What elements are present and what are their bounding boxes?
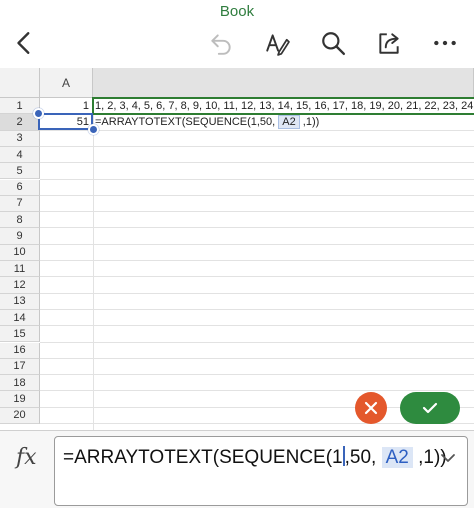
cell-b2[interactable]: =ARRAYTOTEXT(SEQUENCE(1,50, A2 ,1)) xyxy=(95,114,319,130)
row-gridline xyxy=(40,390,474,392)
row-gridline xyxy=(40,357,474,359)
row-gridline xyxy=(40,243,474,245)
row-header-6[interactable]: 6 xyxy=(0,179,40,196)
row-header-15[interactable]: 15 xyxy=(0,326,40,343)
share-icon[interactable] xyxy=(374,28,404,58)
formula-text-after-caret: ,50, xyxy=(344,447,382,468)
selection-handle-top-left[interactable] xyxy=(33,108,44,119)
row-gridline xyxy=(40,194,474,196)
row-header-19[interactable]: 19 xyxy=(0,391,40,408)
more-icon[interactable] xyxy=(430,28,460,58)
row-gridline xyxy=(40,308,474,310)
search-icon[interactable] xyxy=(318,28,348,58)
row-gridline xyxy=(40,211,474,213)
formula-text-before-caret: =ARRAYTOTEXT(SEQUENCE(1 xyxy=(63,447,343,468)
accept-button[interactable] xyxy=(400,392,460,424)
row1-range-highlight xyxy=(92,97,474,115)
cell-selection-a2[interactable] xyxy=(38,113,93,130)
row-gridline xyxy=(40,260,474,261)
row-header-3[interactable]: 3 xyxy=(0,130,40,147)
row-header-9[interactable]: 9 xyxy=(0,228,40,245)
format-icon[interactable] xyxy=(262,28,292,58)
row-header-8[interactable]: 8 xyxy=(0,212,40,229)
top-bar: Book xyxy=(0,0,474,68)
row-gridline xyxy=(40,178,474,180)
close-icon xyxy=(364,401,378,415)
row-gridline xyxy=(40,276,474,278)
row-header-10[interactable]: 10 xyxy=(0,244,40,261)
row-header-16[interactable]: 16 xyxy=(0,342,40,359)
row-gridline xyxy=(40,341,474,343)
row-gridline xyxy=(40,325,474,327)
fx-icon[interactable]: fx xyxy=(16,445,37,470)
row-header-12[interactable]: 12 xyxy=(0,277,40,294)
row-gridline xyxy=(40,145,474,147)
checkmark-icon xyxy=(422,402,438,414)
row-header-17[interactable]: 17 xyxy=(0,358,40,376)
column-divider xyxy=(93,98,94,430)
row-header-4[interactable]: 4 xyxy=(0,146,40,164)
cell-a1[interactable]: 1 xyxy=(40,98,92,114)
cell-b2-ref: A2 xyxy=(278,115,300,129)
row-header-11[interactable]: 11 xyxy=(0,261,40,278)
cell-b2-suffix: ,1)) xyxy=(299,116,320,128)
undo-icon[interactable] xyxy=(206,28,236,58)
formula-ref-highlight: A2 xyxy=(381,447,413,468)
app-title: Book xyxy=(219,3,255,20)
row-header-13[interactable]: 13 xyxy=(0,293,40,310)
formula-input[interactable]: =ARRAYTOTEXT(SEQUENCE(1,50, A2 ,1)) xyxy=(54,436,468,506)
row-header-18[interactable]: 18 xyxy=(0,375,40,392)
formula-text[interactable]: =ARRAYTOTEXT(SEQUENCE(1,50, A2 ,1)) xyxy=(63,446,447,469)
row-gridline xyxy=(40,292,474,294)
chevron-down-icon[interactable] xyxy=(439,449,457,467)
cell-b2-prefix: =ARRAYTOTEXT(SEQUENCE(1,50, xyxy=(95,116,279,128)
row-header-14[interactable]: 14 xyxy=(0,309,40,327)
formula-bar: fx =ARRAYTOTEXT(SEQUENCE(1,50, A2 ,1)) xyxy=(0,430,474,508)
selection-handle-bottom-right[interactable] xyxy=(88,124,99,135)
row-header-20[interactable]: 20 xyxy=(0,407,40,424)
row-gridline xyxy=(40,374,474,376)
row-gridline xyxy=(40,227,474,229)
column-header-a[interactable]: A xyxy=(40,68,93,98)
row-header-7[interactable]: 7 xyxy=(0,195,40,213)
spreadsheet-grid[interactable]: A 1 2 3 4 5 6 7 8 9 10 11 12 13 14 15 16 17 18 19 20 1 1, 2… xyxy=(0,68,474,430)
select-all-corner[interactable] xyxy=(0,68,40,98)
column-header-empty[interactable] xyxy=(93,68,474,98)
cancel-button[interactable] xyxy=(355,392,387,424)
row-header-5[interactable]: 5 xyxy=(0,163,40,180)
row-gridline xyxy=(40,423,474,424)
row-gridline xyxy=(40,162,474,164)
back-icon[interactable] xyxy=(10,28,40,58)
